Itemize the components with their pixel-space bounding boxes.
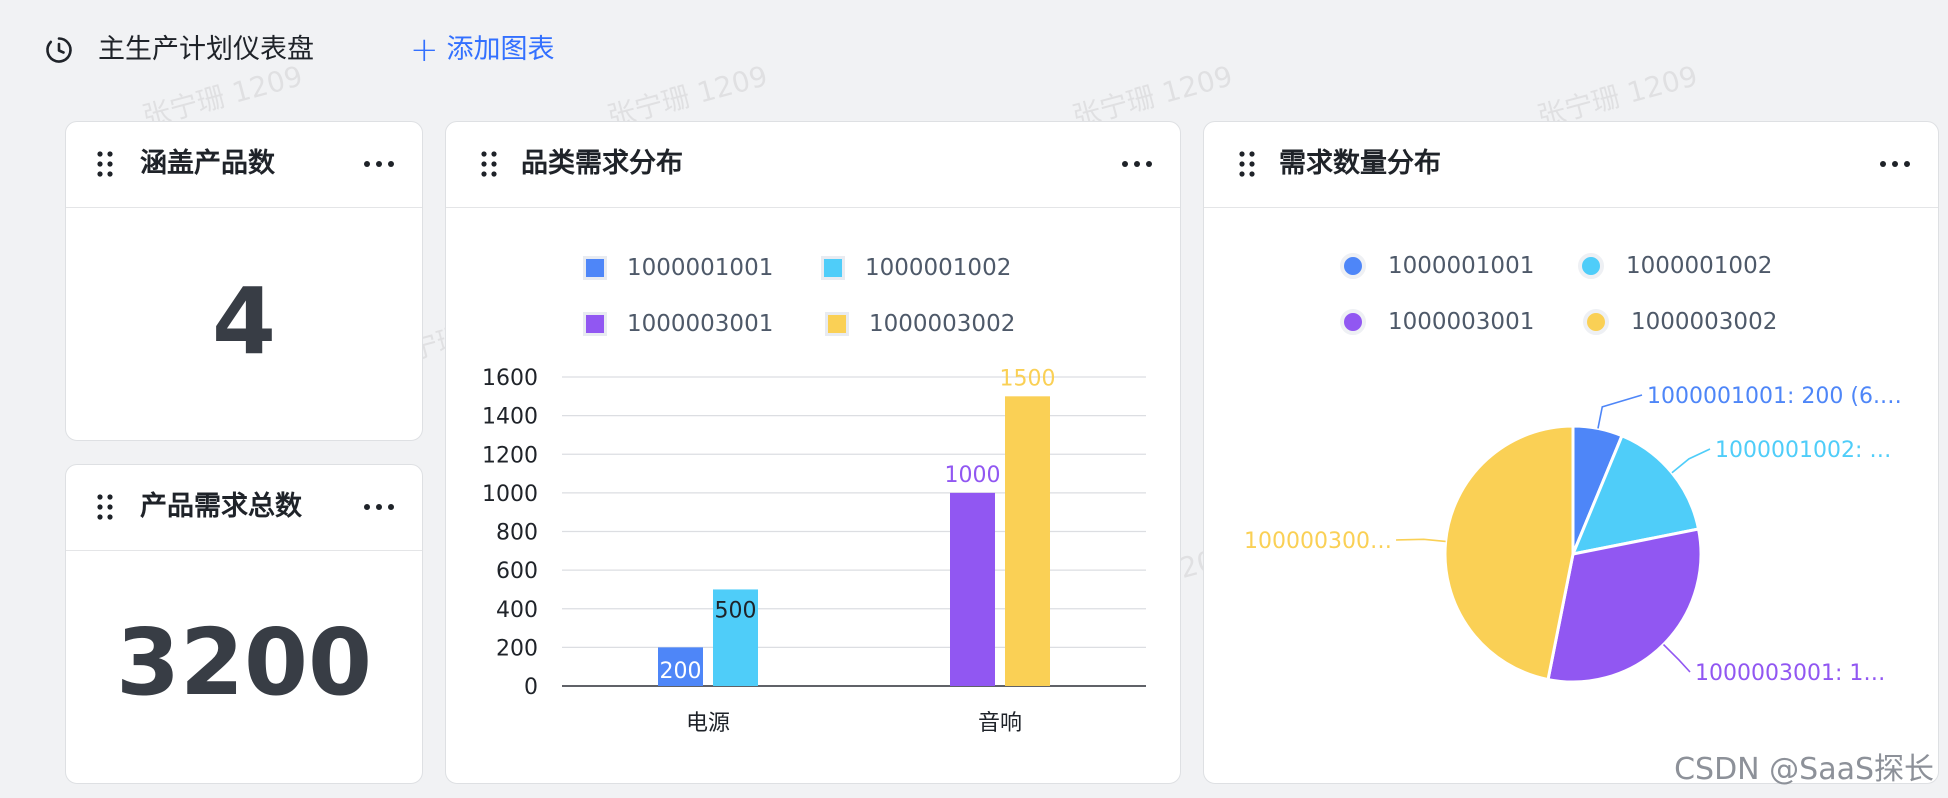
bar-data-label: 1500 xyxy=(1000,366,1056,391)
y-tick-label: 1400 xyxy=(482,405,538,430)
bar xyxy=(950,492,995,686)
category-chart-card: 品类需求分布 1000001001 1000001002 1000003001 … xyxy=(445,121,1181,784)
y-tick-label: 400 xyxy=(496,598,538,623)
demand-total-card: 产品需求总数 3200 xyxy=(65,464,423,784)
y-tick-label: 1200 xyxy=(482,443,538,468)
bar-data-label: 1000 xyxy=(945,463,1001,488)
bar-chart: 0 200 400 600 800 1000 1200 1400 1600 200 500 电源 100… xyxy=(482,366,1146,736)
pie-chart: 1000001001: 200 (6.… 1000001002: … 1000003… xyxy=(1244,384,1902,686)
card-title: 产品需求总数 xyxy=(140,491,302,522)
plus-icon: + xyxy=(410,30,439,70)
more-options-icon[interactable] xyxy=(362,495,396,519)
y-tick-label: 200 xyxy=(496,636,538,661)
bar-data-label: 500 xyxy=(715,598,757,623)
pie-slice-label: 1000001002: … xyxy=(1715,438,1891,463)
product-count-card: 涵盖产品数 4 xyxy=(65,121,423,441)
y-tick-label: 1600 xyxy=(482,366,538,391)
pie-slice-label: 100000300… xyxy=(1244,529,1392,554)
card-header: 涵盖产品数 xyxy=(66,122,422,208)
x-tick-label: 音响 xyxy=(978,711,1022,736)
product-count-value: 4 xyxy=(211,268,276,375)
demand-total-value: 3200 xyxy=(115,609,373,716)
clock-icon[interactable] xyxy=(44,35,74,65)
pie-leader-line xyxy=(1395,538,1446,543)
drag-handle-icon[interactable] xyxy=(96,150,114,178)
dashboard-title: 主生产计划仪表盘 xyxy=(98,34,314,65)
pie-slice-label: 1000001001: 200 (6.… xyxy=(1647,384,1902,409)
bar xyxy=(1005,396,1050,686)
card-title: 涵盖产品数 xyxy=(140,148,275,179)
x-tick-label: 电源 xyxy=(686,711,730,736)
pie-leader-line xyxy=(1671,448,1711,474)
dashboard-header: 主生产计划仪表盘 + 添加图表 xyxy=(0,0,1948,100)
pie-slice xyxy=(1443,424,1575,682)
y-tick-label: 600 xyxy=(496,559,538,584)
more-options-icon[interactable] xyxy=(362,152,396,176)
pie-slice-label: 1000003001: 1… xyxy=(1695,661,1885,686)
bar-data-label: 200 xyxy=(660,659,702,684)
quantity-chart-card: 需求数量分布 1000001001 1000001002 1000003001 … xyxy=(1203,121,1939,784)
card-header: 产品需求总数 xyxy=(66,465,422,551)
y-tick-label: 0 xyxy=(524,675,538,700)
add-chart-label: 添加图表 xyxy=(446,34,555,65)
y-tick-label: 1000 xyxy=(482,482,538,507)
pie-leader-line xyxy=(1662,643,1691,673)
add-chart-button[interactable]: + 添加图表 xyxy=(410,30,555,70)
y-tick-label: 800 xyxy=(496,521,538,546)
pie-leader-line xyxy=(1597,394,1643,429)
source-watermark: CSDN @SaaS探长 xyxy=(1674,752,1934,787)
drag-handle-icon[interactable] xyxy=(96,493,114,521)
